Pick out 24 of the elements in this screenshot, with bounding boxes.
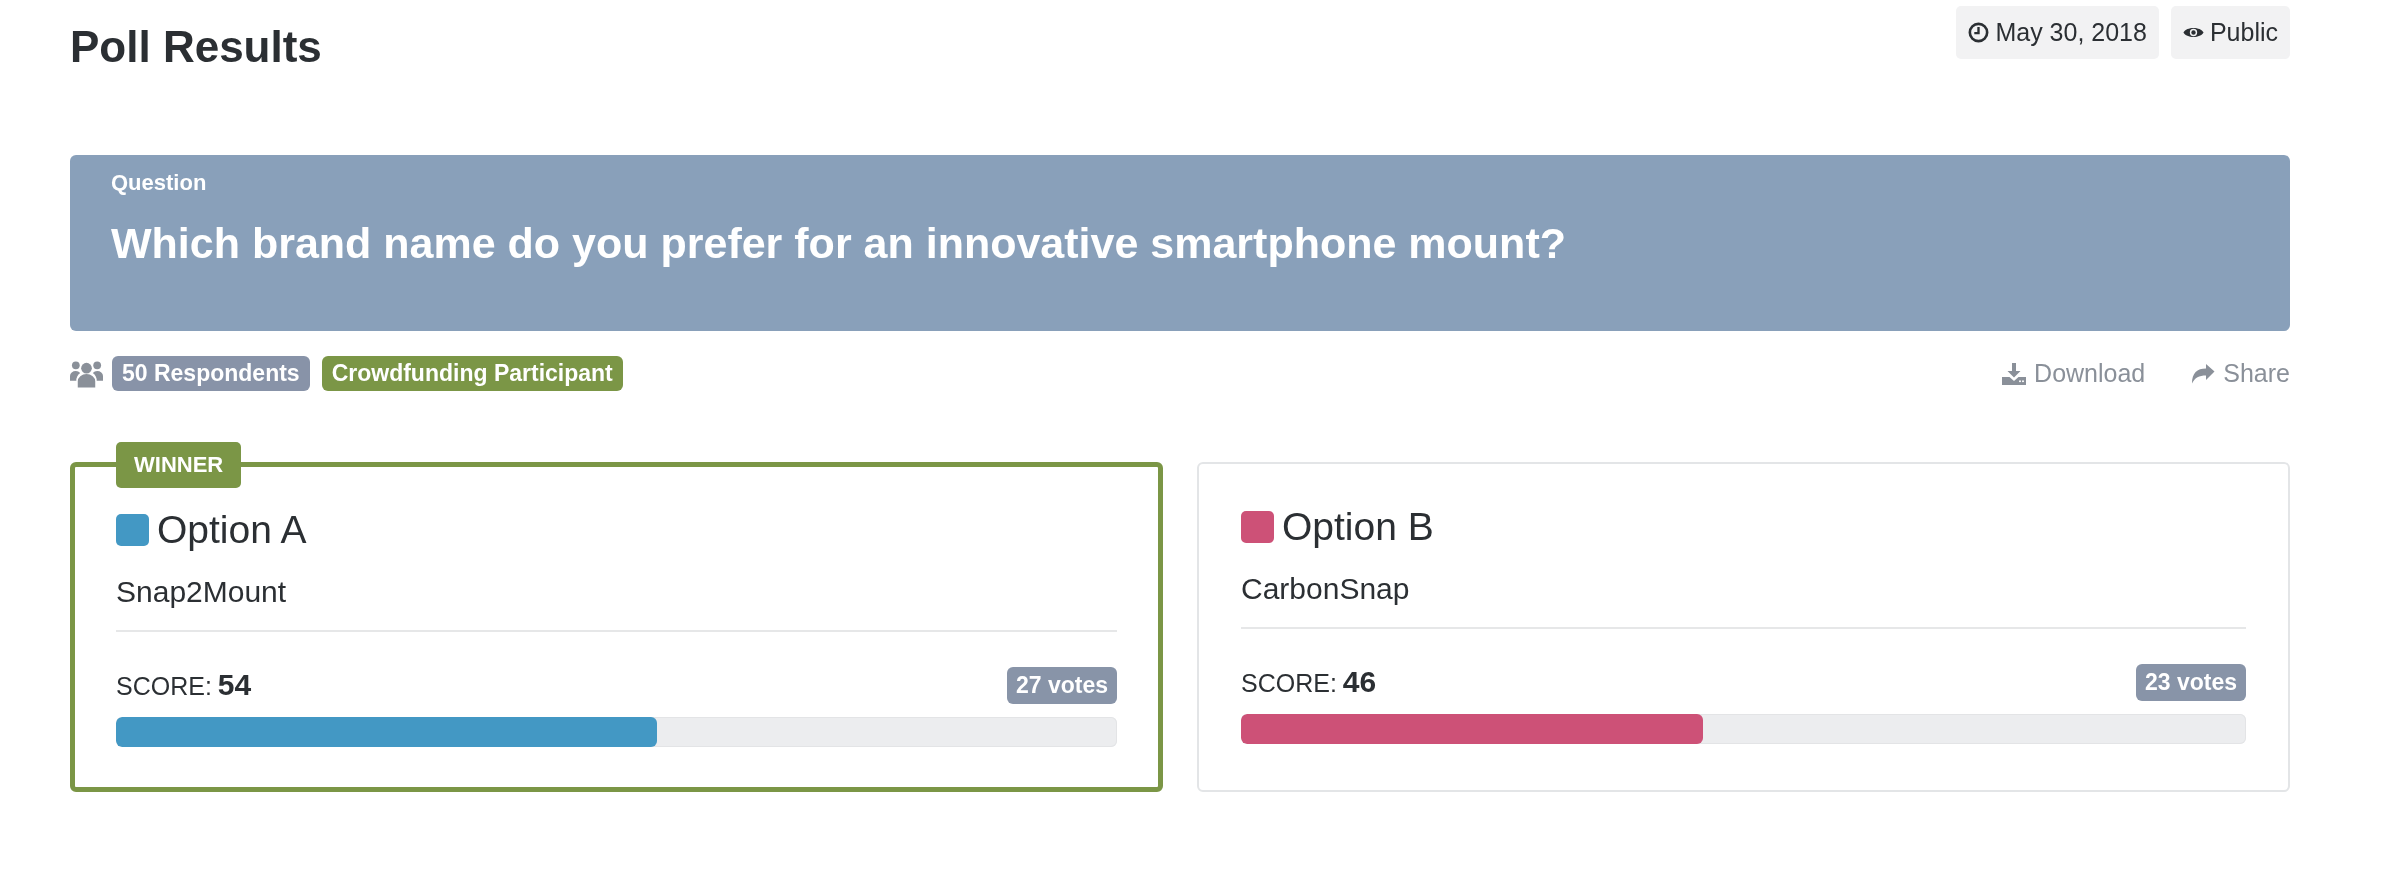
score-value: 46 xyxy=(1342,665,1377,699)
share-button[interactable]: Share xyxy=(2191,359,2290,388)
score-label: SCORE: xyxy=(116,672,212,701)
people-icon xyxy=(70,359,103,388)
option-name: CarbonSnap xyxy=(1241,571,1411,607)
date-text: May 30, 2018 xyxy=(1995,18,2147,47)
option-title: Option A xyxy=(157,507,307,553)
share-icon xyxy=(2191,363,2216,384)
votes-badge: 23 votes xyxy=(2135,663,2246,701)
score-value: 54 xyxy=(217,668,252,702)
option-name: Snap2Mount xyxy=(116,574,288,610)
clock-icon xyxy=(1968,22,1990,43)
page-title: Poll Results xyxy=(70,21,322,73)
option-title: Option B xyxy=(1282,504,1434,550)
tag-badge: Crowdfunding Participant xyxy=(321,356,623,391)
score-label: SCORE: xyxy=(1241,669,1337,698)
download-icon xyxy=(2002,362,2027,385)
download-button[interactable]: Download xyxy=(2002,359,2146,388)
question-label: Question xyxy=(111,169,208,197)
visibility-text: Public xyxy=(2209,18,2278,47)
question-text: Which brand name do you prefer for an innovative smartphone mount? xyxy=(111,218,1567,269)
winner-badge: WINNER xyxy=(116,442,242,488)
votes-badge: 27 votes xyxy=(1006,666,1117,704)
tag-badge: 50 Respondents xyxy=(112,356,310,391)
